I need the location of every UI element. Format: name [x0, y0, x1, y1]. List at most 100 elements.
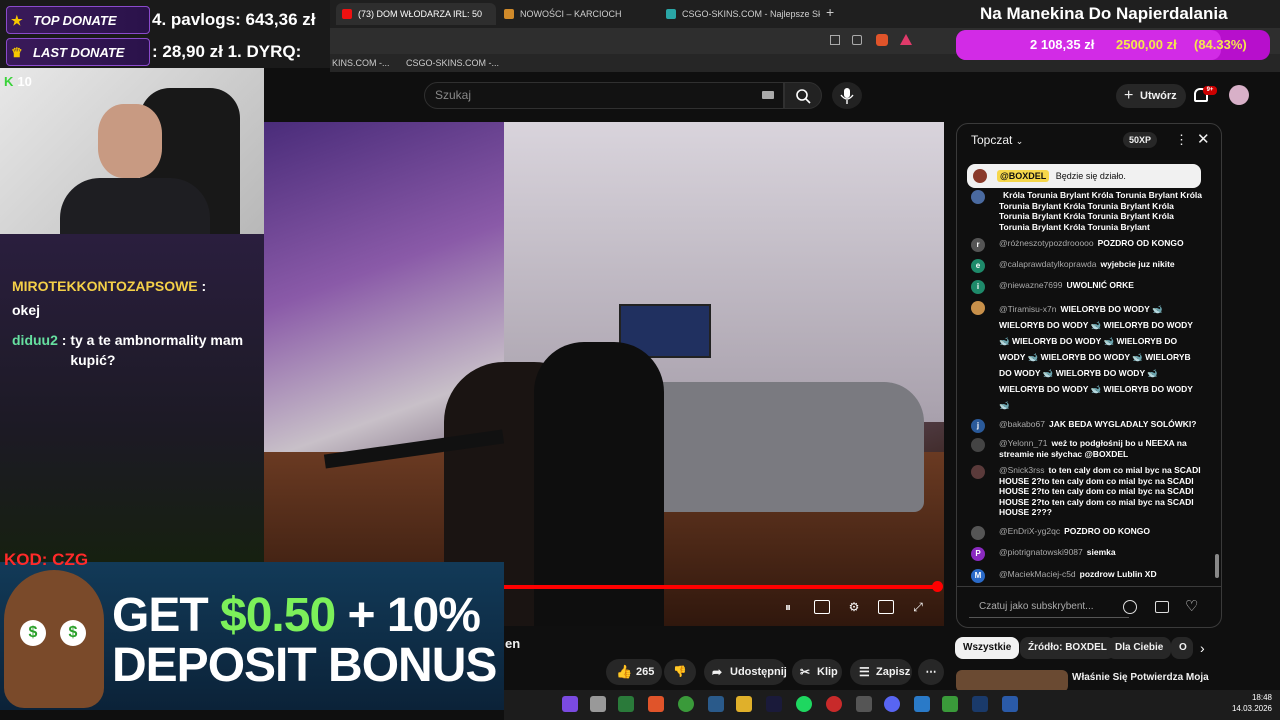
close-icon[interactable]: ✕ [1197, 124, 1210, 156]
chat-author[interactable]: @Snick3rss [999, 465, 1044, 475]
stream-chat-name: MIROTEKKONTOZAPSOWE [12, 278, 198, 294]
app-icon[interactable] [1002, 696, 1018, 712]
dislike-button[interactable]: 👎 [664, 659, 696, 685]
browser-tab[interactable]: NOWOŚCI – KARCIOCH [498, 3, 658, 25]
chat-author[interactable]: @bakabo67 [999, 419, 1045, 429]
promo-line1-get: GET [112, 589, 221, 642]
app-icon[interactable] [856, 696, 872, 712]
chat-text: siemka [1086, 547, 1116, 557]
stream-chat-name: diduu2 [12, 332, 58, 348]
keyboard-icon[interactable] [762, 91, 774, 99]
steam-icon[interactable] [972, 696, 988, 712]
super-chat-icon[interactable] [1155, 601, 1169, 613]
chat-author[interactable]: @MaciekMaciej-c5d [999, 569, 1076, 579]
chat-author[interactable]: @calaprawdatylkoprawda [999, 259, 1096, 269]
app-icon[interactable] [826, 696, 842, 712]
chip-for-you[interactable]: Dla Ciebie [1107, 637, 1172, 659]
share-icon[interactable] [852, 35, 862, 45]
app-icon[interactable] [590, 696, 606, 712]
chat-message: j @bakabo67 JAK BEDA WYGLADALY SOLÓWKI? [971, 419, 1203, 433]
video-progress-bar[interactable] [503, 585, 936, 589]
chat-message: Króla Torunia Brylant Króla Torunia Bryl… [971, 190, 1203, 232]
chat-author[interactable]: @Yelonn_71 [999, 438, 1048, 448]
more-actions-button[interactable]: ⋯ [918, 659, 944, 685]
new-tab-icon[interactable]: + [826, 4, 834, 20]
settings-icon[interactable]: ⚙ [846, 600, 862, 614]
browser-tab-active[interactable]: (73) DOM WŁODARZA IRL: 50 [336, 3, 496, 25]
promo-code: KOD: CZG [4, 550, 89, 569]
chat-text: WIELORYB DO WODY 🐋 WIELORYB DO WODY 🐋 WI… [999, 304, 1193, 410]
save-button[interactable]: ☰ Zapisz [850, 659, 912, 685]
rewards-icon[interactable] [900, 34, 912, 45]
chat-input[interactable]: Czatuj jako subskrybent... [969, 596, 1129, 618]
chat-author[interactable]: @niewazne7699 [999, 280, 1062, 290]
chat-text: POZDRO OD KONGO [1064, 526, 1151, 536]
donate-overlay: ★ TOP DONATE 4. pavlogs: 643,36 zł ♛ LAS… [0, 0, 330, 68]
app-icon[interactable] [618, 696, 634, 712]
discord-icon[interactable] [884, 696, 900, 712]
avatar[interactable] [1229, 85, 1249, 105]
create-button[interactable]: + Utwórz [1116, 84, 1186, 108]
browser-tab[interactable]: CSGO-SKINS.COM - Najlepsze Skrzyn [660, 3, 820, 25]
chevron-down-icon[interactable]: ⌄ [1016, 136, 1024, 146]
minecraft-icon[interactable] [942, 696, 958, 712]
chevron-right-icon[interactable]: › [1200, 640, 1205, 656]
chat-avatar: M [971, 569, 985, 583]
emoji-icon[interactable] [1123, 600, 1137, 614]
chip-all[interactable]: Wszystkie [955, 637, 1020, 659]
chip-more[interactable]: O [1171, 637, 1193, 659]
chat-message: i @niewazne7699 UWOLNIĆ ORKE [971, 280, 1203, 294]
miniplayer-icon[interactable] [878, 600, 894, 614]
like-button[interactable]: 👍 265 [606, 659, 662, 685]
pinned-message[interactable]: @BOXDEL Będzie się działo. [967, 164, 1201, 188]
brave-shield-icon[interactable] [876, 34, 888, 46]
chat-author[interactable]: @piotrignatowski9087 [999, 547, 1083, 557]
taskbar-clock[interactable]: 18:48 14.03.2026 [1222, 692, 1272, 714]
chat-author[interactable]: @różneszotypozdrooooo [999, 238, 1094, 248]
mic-icon [840, 88, 854, 104]
goal-percent: (84.33%) [1194, 37, 1247, 52]
app-icon[interactable] [562, 696, 578, 712]
chat-scrollbar[interactable] [1215, 554, 1219, 578]
photoshop-icon[interactable] [766, 696, 782, 712]
voice-search-button[interactable] [832, 82, 862, 109]
like-count: 265 [636, 666, 655, 678]
pinned-author: @BOXDEL [997, 170, 1050, 182]
chat-author[interactable]: @EnDriX-yg2qc [999, 526, 1060, 536]
bookmark-item[interactable]: CSGO-SKINS.COM -... [406, 54, 499, 72]
chat-author[interactable]: @Tiramisu-x7n [999, 304, 1056, 314]
video-scrubber[interactable] [932, 581, 943, 592]
chat-text: pozdrow Lublin XD [1079, 569, 1157, 579]
heart-icon[interactable]: ♡ [1185, 597, 1198, 615]
subtitles-icon[interactable] [814, 600, 830, 614]
chat-text: UWOLNIĆ ORKE [1066, 280, 1134, 290]
search-input[interactable]: Szukaj [424, 82, 784, 109]
last-donate-label: ♛ LAST DONATE [6, 38, 150, 66]
suggestion-title[interactable]: Właśnie Się Potwierdza Moja [1072, 672, 1209, 683]
search-button[interactable] [784, 82, 822, 109]
folder-icon[interactable] [736, 696, 752, 712]
share-button[interactable]: ➦ Udostępnij [704, 659, 787, 685]
chat-menu-icon[interactable]: ⋮ [1175, 124, 1188, 156]
tab-label: CSGO-SKINS.COM - Najlepsze Skrzyn [682, 9, 820, 19]
app-icon[interactable] [914, 696, 930, 712]
app-icon[interactable] [708, 696, 724, 712]
brave-icon[interactable] [648, 696, 664, 712]
install-icon[interactable] [830, 35, 840, 45]
last-donate-text: LAST DONATE [33, 45, 125, 60]
xp-badge[interactable]: 50XP [1123, 132, 1158, 148]
chat-avatar [971, 526, 985, 540]
chat-mode-dropdown[interactable]: Topczat [971, 133, 1012, 147]
video-scene-sofa [624, 382, 924, 512]
fullscreen-icon[interactable]: ⤢ [910, 600, 926, 614]
bookmark-item[interactable]: KINS.COM -... [332, 54, 390, 72]
viewer-count: K 10 [4, 74, 32, 89]
autoplay-toggle-icon[interactable]: ⏸ [780, 600, 796, 614]
promo-mascot: $ $ [4, 570, 104, 708]
spotify-icon[interactable] [796, 696, 812, 712]
clip-button[interactable]: ✂ Klip [792, 659, 842, 685]
chip-source[interactable]: Źródło: BOXDEL [1020, 637, 1115, 659]
video-player[interactable] [264, 122, 944, 626]
chrome-icon[interactable] [678, 696, 694, 712]
suggestion-thumbnail[interactable] [956, 670, 1068, 692]
